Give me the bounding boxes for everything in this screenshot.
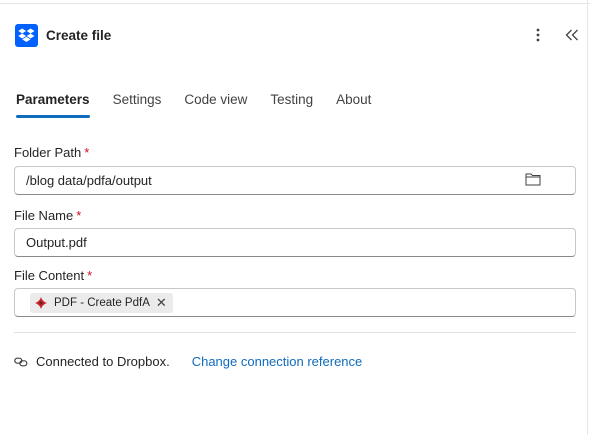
file-content-label: File Content * <box>14 268 93 283</box>
connection-status-text: Connected to Dropbox. <box>36 354 170 369</box>
folder-path-value: /blog data/pdfa/output <box>26 173 152 188</box>
panel-title: Create file <box>46 27 112 43</box>
connection-info: Connected to Dropbox. Change connection … <box>14 354 362 369</box>
file-name-value: Output.pdf <box>26 235 87 250</box>
change-connection-link[interactable]: Change connection reference <box>192 354 363 369</box>
required-mark: * <box>84 145 90 160</box>
folder-icon[interactable] <box>525 172 541 186</box>
file-name-input[interactable]: Output.pdf <box>14 228 576 257</box>
dropbox-icon <box>15 23 38 47</box>
required-mark: * <box>87 268 93 283</box>
tab-settings[interactable]: Settings <box>113 90 162 118</box>
divider <box>14 332 576 333</box>
token-remove-icon[interactable]: ✕ <box>156 296 167 309</box>
collapse-chevrons-icon[interactable] <box>563 26 581 44</box>
tab-parameters[interactable]: Parameters <box>16 90 90 118</box>
top-border <box>0 0 590 4</box>
more-vertical-icon[interactable] <box>529 26 547 44</box>
tab-bar: Parameters Settings Code view Testing Ab… <box>16 90 394 118</box>
panel-header: Create file <box>15 22 581 48</box>
file-name-label: File Name * <box>14 208 82 223</box>
folder-path-label: Folder Path * <box>14 145 90 160</box>
file-content-input[interactable]: PDF - Create PdfA ✕ <box>14 288 576 317</box>
right-border <box>587 0 588 435</box>
tab-code-view[interactable]: Code view <box>184 90 247 118</box>
dynamic-content-token[interactable]: PDF - Create PdfA ✕ <box>30 292 173 313</box>
required-mark: * <box>76 208 82 223</box>
folder-path-input[interactable]: /blog data/pdfa/output <box>14 166 576 195</box>
pdf-action-icon <box>34 296 48 310</box>
tab-testing[interactable]: Testing <box>270 90 313 118</box>
link-icon <box>14 355 28 369</box>
tab-about[interactable]: About <box>336 90 371 118</box>
token-label: PDF - Create PdfA <box>54 296 150 309</box>
